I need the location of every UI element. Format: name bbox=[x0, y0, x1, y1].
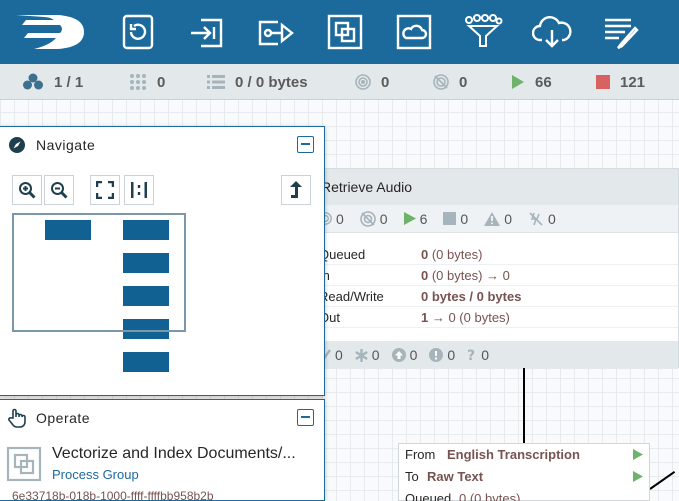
pg-unknown: 0 bbox=[481, 347, 489, 363]
transmitting-status: 0 bbox=[355, 64, 389, 100]
navigate-header[interactable]: Navigate bbox=[0, 127, 324, 163]
selected-component-name: Vectorize and Index Documents/... bbox=[52, 445, 296, 462]
leave-group-button[interactable] bbox=[281, 175, 311, 205]
navigate-collapse-button[interactable] bbox=[297, 136, 314, 153]
pg-stopped: 0 bbox=[460, 210, 469, 227]
process-group-stats: 0 0 6 0 0 0 bbox=[311, 205, 678, 233]
play-icon bbox=[403, 212, 416, 225]
not-transmitting-icon bbox=[433, 74, 449, 90]
compass-icon bbox=[9, 137, 25, 153]
zoom-in-button[interactable] bbox=[12, 175, 42, 205]
process-group-title: Retrieve Audio bbox=[311, 169, 678, 205]
pg-running: 6 bbox=[419, 210, 428, 227]
operate-title: Operate bbox=[36, 410, 91, 426]
queued-count: 0 / 0 bytes bbox=[235, 73, 308, 91]
funnel-icon[interactable] bbox=[463, 12, 503, 52]
actual-size-button[interactable] bbox=[124, 175, 154, 205]
process-group-retrieve-audio[interactable]: Retrieve Audio 0 0 6 0 0 0 Queued 0 (0 b… bbox=[310, 168, 679, 369]
operate-panel: Operate Vectorize and Index Documents/..… bbox=[0, 399, 325, 501]
connection-line-segment[interactable] bbox=[649, 470, 676, 490]
pg-not-transmitting: 0 bbox=[379, 210, 388, 227]
output-port-icon[interactable] bbox=[256, 12, 296, 52]
navigate-title: Navigate bbox=[36, 137, 96, 153]
running-indicator-icon bbox=[633, 471, 643, 482]
not-transmitting-status: 0 bbox=[433, 64, 467, 100]
connection-line[interactable] bbox=[523, 368, 525, 443]
running-status: 66 bbox=[511, 64, 552, 100]
status-bar: 1 / 1 0 0 / 0 bytes 0 0 66 121 bbox=[0, 64, 679, 100]
level-up-icon bbox=[290, 181, 302, 198]
pg-row-out: Out 1 → 0 (0 bytes) bbox=[311, 308, 678, 328]
operate-collapse-button[interactable] bbox=[297, 409, 314, 426]
running-indicator-icon bbox=[633, 449, 643, 460]
process-group-icon[interactable] bbox=[325, 12, 365, 52]
threads-count: 0 bbox=[157, 73, 166, 91]
queue-icon bbox=[207, 75, 225, 89]
stop-icon bbox=[596, 75, 610, 89]
pg-invalid: 0 bbox=[504, 210, 512, 227]
hand-pointer-icon bbox=[8, 408, 26, 428]
zoom-out-button[interactable] bbox=[44, 175, 74, 205]
arrow-up-circle-icon bbox=[391, 348, 406, 362]
process-group-version-stats: 0 0 0 0 ? 0 bbox=[311, 341, 678, 369]
label-icon[interactable] bbox=[601, 12, 641, 52]
pg-row-in: In 0 (0 bytes) → 0 bbox=[311, 266, 678, 286]
connection-queued: Queued 0 (0 bytes) bbox=[405, 491, 521, 501]
nifi-logo-icon[interactable] bbox=[14, 9, 86, 55]
pg-disabled: 0 bbox=[547, 210, 556, 227]
pg-transmitting: 0 bbox=[336, 210, 344, 227]
pg-sync-failure: 0 bbox=[447, 347, 456, 363]
stop-icon bbox=[443, 212, 457, 225]
stopped-status: 121 bbox=[596, 64, 645, 100]
exclamation-circle-icon bbox=[429, 348, 444, 362]
birdseye-component bbox=[123, 352, 169, 372]
processor-icon[interactable] bbox=[118, 12, 158, 52]
top-toolbar bbox=[0, 0, 679, 64]
not-transmitting-count: 0 bbox=[459, 73, 468, 91]
connection-to: To Raw Text bbox=[399, 466, 649, 487]
pg-stale: 0 bbox=[409, 347, 418, 363]
pg-row-queued: Queued 0 (0 bytes) bbox=[311, 245, 678, 265]
birdseye-view[interactable] bbox=[12, 213, 312, 383]
transmitting-icon bbox=[355, 74, 371, 90]
warning-icon bbox=[484, 211, 501, 226]
cluster-count: 1 / 1 bbox=[54, 73, 84, 91]
birdseye-viewport[interactable] bbox=[12, 213, 186, 332]
navigate-panel: Navigate bbox=[0, 126, 325, 396]
fit-icon bbox=[96, 181, 114, 199]
transmitting-count: 0 bbox=[381, 73, 390, 91]
connection-from: From English Transcription bbox=[399, 444, 649, 465]
not-transmitting-icon bbox=[359, 210, 376, 227]
asterisk-icon bbox=[354, 348, 368, 362]
disabled-icon bbox=[529, 211, 543, 226]
selected-component-id: 6e33718b-018b-1000-ffff-ffffbb958b2b bbox=[12, 489, 214, 501]
pg-locally-modified: 0 bbox=[371, 347, 380, 363]
remote-process-group-icon[interactable] bbox=[394, 12, 434, 52]
fit-button[interactable] bbox=[90, 175, 120, 205]
stopped-count: 121 bbox=[620, 73, 646, 91]
zoom-in-icon bbox=[19, 182, 36, 199]
svg-text:?: ? bbox=[467, 348, 475, 362]
threads-status: 0 bbox=[129, 64, 165, 100]
template-icon[interactable] bbox=[531, 12, 572, 52]
pg-up-to-date: 0 bbox=[335, 347, 343, 363]
running-count: 66 bbox=[535, 73, 552, 91]
queued-status: 0 / 0 bytes bbox=[207, 64, 308, 100]
cluster-icon bbox=[23, 73, 43, 90]
question-icon: ? bbox=[467, 348, 475, 362]
cluster-status: 1 / 1 bbox=[22, 64, 83, 100]
play-icon bbox=[512, 75, 524, 89]
process-group-icon bbox=[6, 446, 42, 482]
threads-icon bbox=[130, 74, 146, 90]
connection-label[interactable]: From English Transcription To Raw Text Q… bbox=[398, 443, 650, 501]
input-port-icon[interactable] bbox=[187, 12, 227, 52]
zoom-out-icon bbox=[51, 182, 68, 199]
selected-component-type: Process Group bbox=[52, 467, 139, 482]
pg-row-read-write: Read/Write 0 bytes / 0 bytes bbox=[311, 287, 678, 307]
actual-size-icon bbox=[131, 182, 147, 198]
operate-header[interactable]: Operate bbox=[0, 400, 324, 436]
